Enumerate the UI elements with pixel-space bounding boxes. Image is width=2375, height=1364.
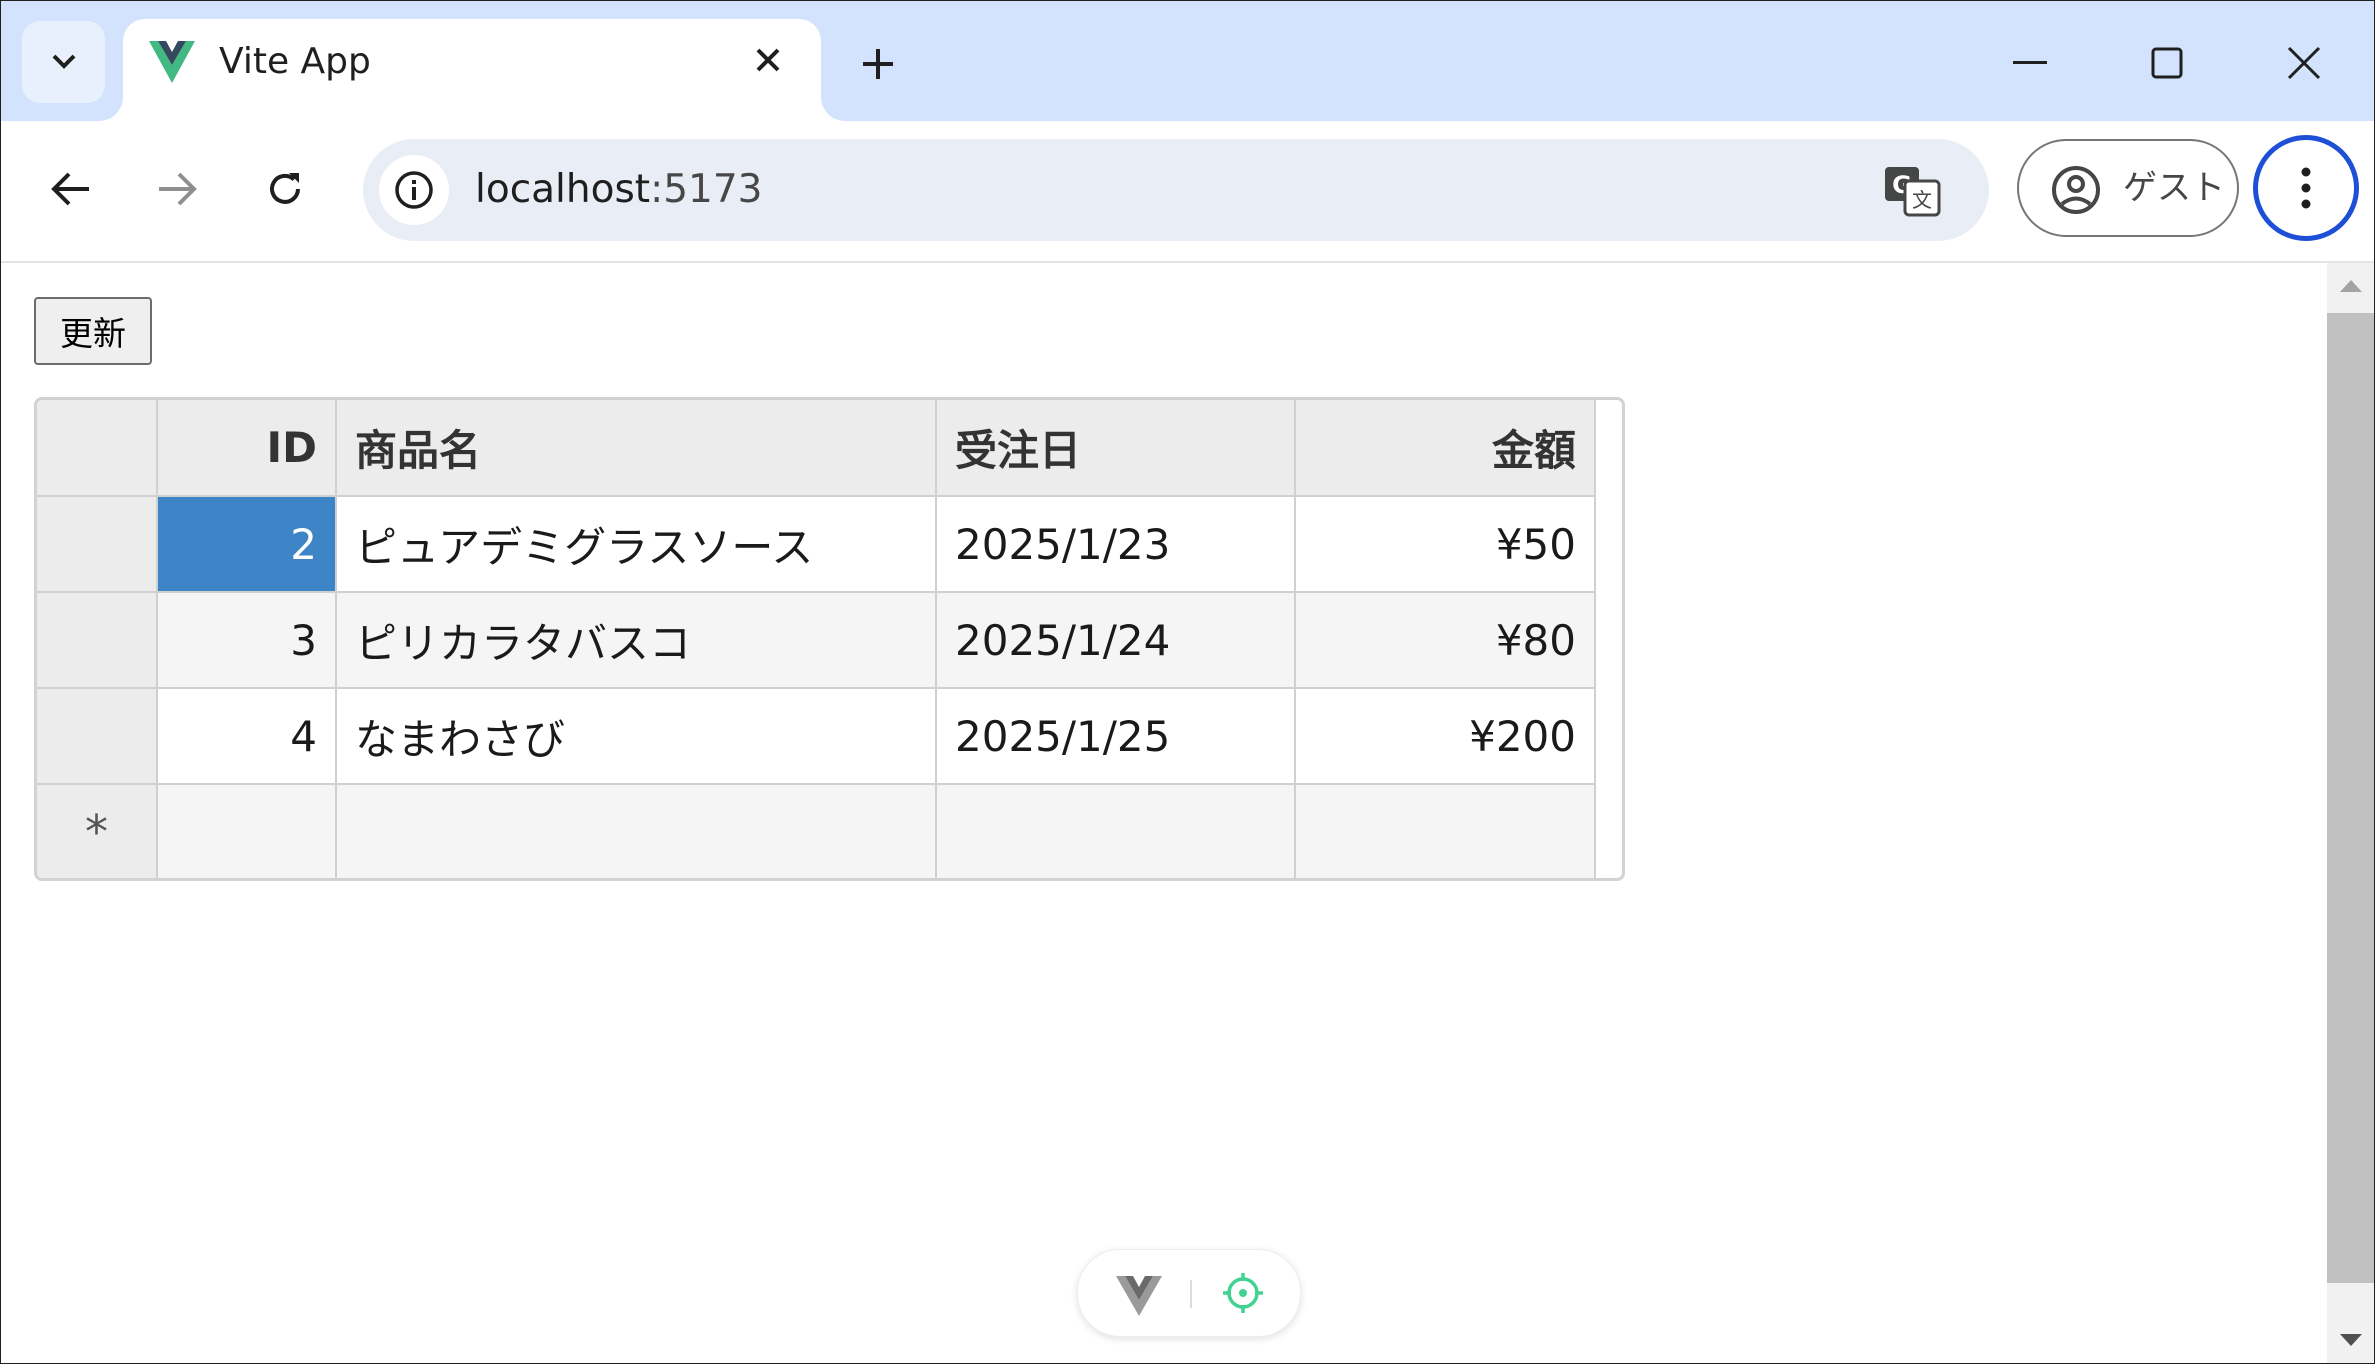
page-content: 更新 ID 商品名 受注日 金額 2 ピュアデミグラスソース 2025/1/23… — [1, 263, 2327, 1363]
devtools-divider — [1190, 1280, 1192, 1308]
url-host: localhost — [475, 167, 651, 212]
account-circle-icon — [2052, 166, 2100, 214]
back-button[interactable] — [39, 157, 103, 221]
vertical-scrollbar[interactable] — [2327, 263, 2374, 1363]
crosshair-icon[interactable] — [1222, 1272, 1264, 1314]
browser-window: Vite App localhost:5173 G 文 ゲスト 更新 ID 商品… — [0, 0, 2375, 1364]
grid-header-row: ID 商品名 受注日 金額 — [37, 400, 1596, 497]
cell-product-name[interactable]: ピュアデミグラスソース — [335, 495, 937, 593]
new-tab-button[interactable] — [853, 39, 903, 89]
reload-button[interactable] — [253, 157, 317, 221]
minimize-icon — [2013, 61, 2047, 64]
grid-table: ID 商品名 受注日 金額 2 ピュアデミグラスソース 2025/1/23 ¥5… — [37, 400, 1596, 878]
new-cell-product-name[interactable] — [335, 783, 937, 878]
arrow-right-icon — [159, 172, 197, 206]
site-info-button[interactable] — [379, 155, 449, 225]
row-header[interactable] — [37, 591, 158, 689]
address-bar[interactable]: localhost:5173 G 文 — [363, 139, 1989, 241]
close-icon — [2287, 46, 2321, 80]
profile-button[interactable]: ゲスト — [2017, 139, 2239, 237]
url-text[interactable]: localhost:5173 — [475, 165, 762, 215]
new-cell-order-date[interactable] — [935, 783, 1296, 878]
close-icon — [756, 48, 780, 72]
triangle-down-icon — [2339, 1334, 2362, 1346]
new-cell-amount[interactable] — [1294, 783, 1596, 878]
tab-search-button[interactable] — [22, 21, 105, 103]
vue-logo-icon — [149, 41, 195, 83]
scrollbar-thumb[interactable] — [2327, 313, 2374, 1283]
column-header-amount[interactable]: 金額 — [1294, 400, 1596, 497]
info-icon — [395, 171, 433, 209]
data-grid: ID 商品名 受注日 金額 2 ピュアデミグラスソース 2025/1/23 ¥5… — [34, 397, 1625, 881]
cell-amount[interactable]: ¥200 — [1294, 687, 1596, 785]
cell-id[interactable]: 4 — [156, 687, 337, 785]
cell-id[interactable]: 3 — [156, 591, 337, 689]
maximize-icon — [2151, 47, 2183, 79]
table-row: 3 ピリカラタバスコ 2025/1/24 ¥80 — [37, 591, 1596, 689]
cell-id[interactable]: 2 — [156, 495, 337, 593]
url-port: :5173 — [650, 167, 763, 212]
chevron-down-icon — [52, 54, 75, 69]
column-header-order-date[interactable]: 受注日 — [935, 400, 1296, 497]
row-header[interactable] — [37, 687, 158, 785]
table-row: 4 なまわさび 2025/1/25 ¥200 — [37, 687, 1596, 785]
table-row: 2 ピュアデミグラスソース 2025/1/23 ¥50 — [37, 495, 1596, 593]
plus-icon — [863, 49, 893, 79]
new-row: * — [37, 783, 1596, 878]
cell-amount[interactable]: ¥50 — [1294, 495, 1596, 593]
browser-menu-button[interactable] — [2253, 135, 2359, 241]
profile-label: ゲスト — [2123, 168, 2225, 208]
active-tab[interactable]: Vite App — [123, 19, 821, 121]
vue-logo-icon[interactable] — [1116, 1276, 1162, 1316]
vue-devtools-toggle[interactable] — [1077, 1249, 1301, 1337]
cell-order-date[interactable]: 2025/1/25 — [935, 687, 1296, 785]
cell-amount[interactable]: ¥80 — [1294, 591, 1596, 689]
reload-icon — [270, 173, 300, 204]
row-header-corner — [37, 400, 158, 497]
tab-title: Vite App — [219, 41, 371, 82]
cell-order-date[interactable]: 2025/1/24 — [935, 591, 1296, 689]
new-cell-id[interactable] — [156, 783, 337, 878]
triangle-up-icon — [2339, 280, 2362, 292]
translate-icon[interactable]: G 文 — [1883, 165, 1941, 217]
tab-close-button[interactable] — [745, 37, 791, 83]
scroll-up-button[interactable] — [2327, 263, 2374, 307]
scroll-down-button[interactable] — [2327, 1319, 2374, 1363]
cell-order-date[interactable]: 2025/1/23 — [935, 495, 1296, 593]
row-header[interactable] — [37, 495, 158, 593]
maximize-button[interactable] — [2122, 25, 2212, 101]
minimize-button[interactable] — [1985, 25, 2075, 101]
new-row-marker[interactable]: * — [37, 783, 158, 878]
cell-product-name[interactable]: ピリカラタバスコ — [335, 591, 937, 689]
arrow-left-icon — [51, 172, 89, 206]
more-vert-icon — [2301, 167, 2311, 209]
tab-strip: Vite App — [1, 1, 2374, 121]
cell-product-name[interactable]: なまわさび — [335, 687, 937, 785]
forward-button[interactable] — [145, 157, 209, 221]
refresh-button[interactable]: 更新 — [34, 297, 152, 365]
svg-text:文: 文 — [1912, 188, 1932, 212]
close-window-button[interactable] — [2259, 25, 2349, 101]
browser-toolbar: localhost:5173 G 文 ゲスト — [1, 121, 2374, 263]
column-header-id[interactable]: ID — [156, 400, 337, 497]
column-header-product-name[interactable]: 商品名 — [335, 400, 937, 497]
